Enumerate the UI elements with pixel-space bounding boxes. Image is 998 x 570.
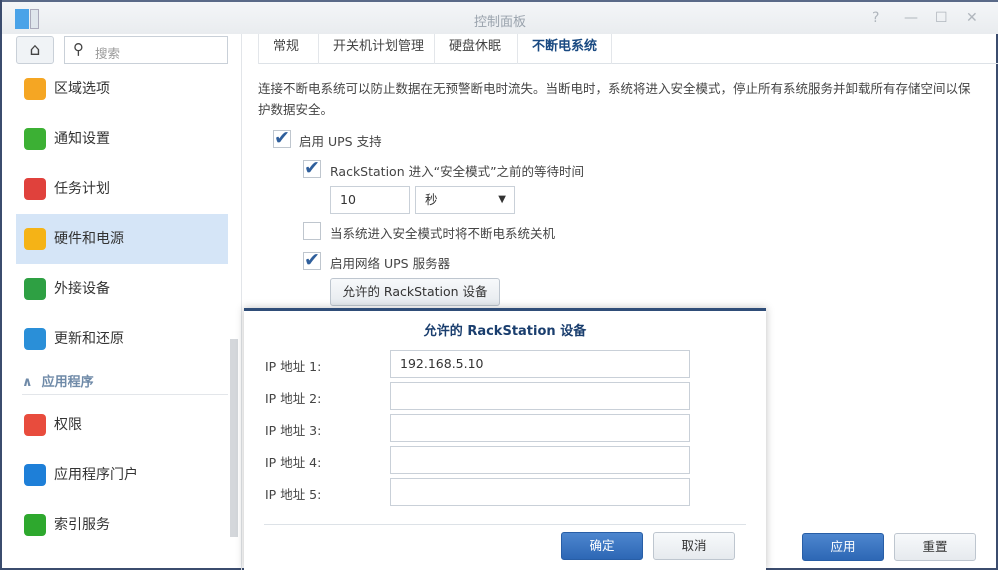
sidebar-item[interactable]: 更新和还原 <box>16 314 228 364</box>
lightbulb-icon <box>24 228 46 250</box>
window-title: 控制面板 <box>473 15 526 30</box>
ip-address-label: IP 地址 5: <box>265 487 322 502</box>
map-clock-icon <box>24 78 46 100</box>
search-icon: ⚲ <box>73 40 84 58</box>
chevron-up-icon: ∧ <box>22 375 33 390</box>
home-button[interactable]: ⌂ <box>16 36 54 64</box>
sidebar-item-label: 更新和还原 <box>54 331 124 347</box>
refresh-icon <box>24 328 46 350</box>
wait-time-label: RackStation 进入“安全模式”之前的等待时间 <box>330 164 585 179</box>
ups-description: 连接不断电系统可以防止数据在无预警断电时流失。当断电时，系统将进入安全模式，停止… <box>258 81 971 117</box>
sidebar-item[interactable]: 应用程序门户 <box>16 450 228 500</box>
sidebar-item-label: 任务计划 <box>54 181 110 197</box>
sidebar-item-label: 应用程序门户 <box>54 467 138 483</box>
section-header-apps[interactable]: ∧ 应用程序 <box>22 371 228 395</box>
minimize-icon[interactable]: — <box>904 10 918 26</box>
sidebar-item-label: 区域选项 <box>54 81 110 97</box>
enable-ups-checkbox[interactable] <box>273 127 291 149</box>
sidebar-item-label: 权限 <box>54 417 82 433</box>
sidebar-item[interactable]: 通知设置 <box>16 114 228 164</box>
ip-address-input[interactable] <box>390 478 690 506</box>
maximize-icon[interactable]: ☐ <box>935 10 948 26</box>
time-unit-select[interactable]: 秒 ▼ <box>415 186 515 214</box>
ip-address-label: IP 地址 4: <box>265 455 322 470</box>
close-icon[interactable]: ✕ <box>966 10 978 26</box>
ip-address-input[interactable] <box>390 414 690 442</box>
search-input[interactable]: ⚲ 搜索 <box>64 36 228 64</box>
tab-power-schedule[interactable]: 开关机计划管理 <box>318 34 438 64</box>
dropdown-arrow-icon: ▼ <box>498 194 506 205</box>
help-icon[interactable]: ? <box>872 10 879 26</box>
shutdown-ups-label: 当系统进入安全模式时将不断电系统关机 <box>330 226 556 241</box>
calendar-icon <box>24 178 46 200</box>
tab-general[interactable]: 常规 <box>258 34 313 64</box>
wait-time-input[interactable]: 10 <box>330 186 410 214</box>
sidebar-item[interactable]: 外接设备 <box>16 264 228 314</box>
allowed-devices-button[interactable]: 允许的 RackStation 设备 <box>330 278 500 306</box>
sidebar-item[interactable]: 硬件和电源 <box>16 214 228 264</box>
sidebar-item-label: 通知设置 <box>54 131 110 147</box>
tab-hdd-hibernation[interactable]: 硬盘休眠 <box>434 34 515 64</box>
allowed-devices-dialog: 允许的 RackStation 设备 IP 地址 1: 192.168.5.10 I… <box>244 308 766 570</box>
ok-button[interactable]: 确定 <box>561 532 643 560</box>
ip-address-input[interactable] <box>390 382 690 410</box>
section-label: 应用程序 <box>41 375 94 390</box>
tab-ups[interactable]: 不断电系统 <box>517 34 613 64</box>
dialog-title: 允许的 RackStation 设备 <box>423 324 587 339</box>
shutdown-ups-checkbox[interactable] <box>303 222 321 240</box>
dialog-divider <box>264 524 746 525</box>
permissions-icon <box>24 414 46 436</box>
tab-bar: 常规 开关机计划管理 硬盘休眠 不断电系统 <box>258 34 998 64</box>
sidebar-item[interactable]: 索引服务 <box>16 500 228 550</box>
portal-icon <box>24 464 46 486</box>
cancel-button[interactable]: 取消 <box>653 532 735 560</box>
sidebar: ⌂ ⚲ 搜索 区域选项通知设置任务计划硬件和电源外接设备更新和还原 ∧ 应用程序… <box>2 34 242 570</box>
upload-icon <box>24 278 46 300</box>
chat-bubble-icon <box>24 128 46 150</box>
wait-time-checkbox[interactable] <box>303 157 321 179</box>
sidebar-item-label: 硬件和电源 <box>54 231 124 247</box>
ip-address-label: IP 地址 2: <box>265 391 322 406</box>
search-placeholder: 搜索 <box>95 46 121 61</box>
sidebar-item-label: 外接设备 <box>54 281 110 297</box>
sidebar-scrollbar[interactable] <box>230 339 238 537</box>
home-icon: ⌂ <box>29 40 41 60</box>
ip-address-input[interactable]: 192.168.5.10 <box>390 350 690 378</box>
network-ups-checkbox[interactable] <box>303 249 321 271</box>
sidebar-item[interactable]: 权限 <box>16 400 228 450</box>
ip-address-label: IP 地址 1: <box>265 359 322 374</box>
enable-ups-label: 启用 UPS 支持 <box>299 134 382 149</box>
time-unit-value: 秒 <box>425 192 438 207</box>
reset-button[interactable]: 重置 <box>894 533 976 561</box>
title-bar: 控制面板 ? — ☐ ✕ <box>2 0 998 34</box>
sidebar-item-label: 索引服务 <box>54 517 110 533</box>
ip-address-label: IP 地址 3: <box>265 423 322 438</box>
network-ups-label: 启用网络 UPS 服务器 <box>330 256 451 271</box>
sidebar-item[interactable]: 区域选项 <box>16 64 228 114</box>
sidebar-item[interactable]: 任务计划 <box>16 164 228 214</box>
index-search-icon <box>24 514 46 536</box>
apply-button[interactable]: 应用 <box>802 533 884 561</box>
ip-address-input[interactable] <box>390 446 690 474</box>
